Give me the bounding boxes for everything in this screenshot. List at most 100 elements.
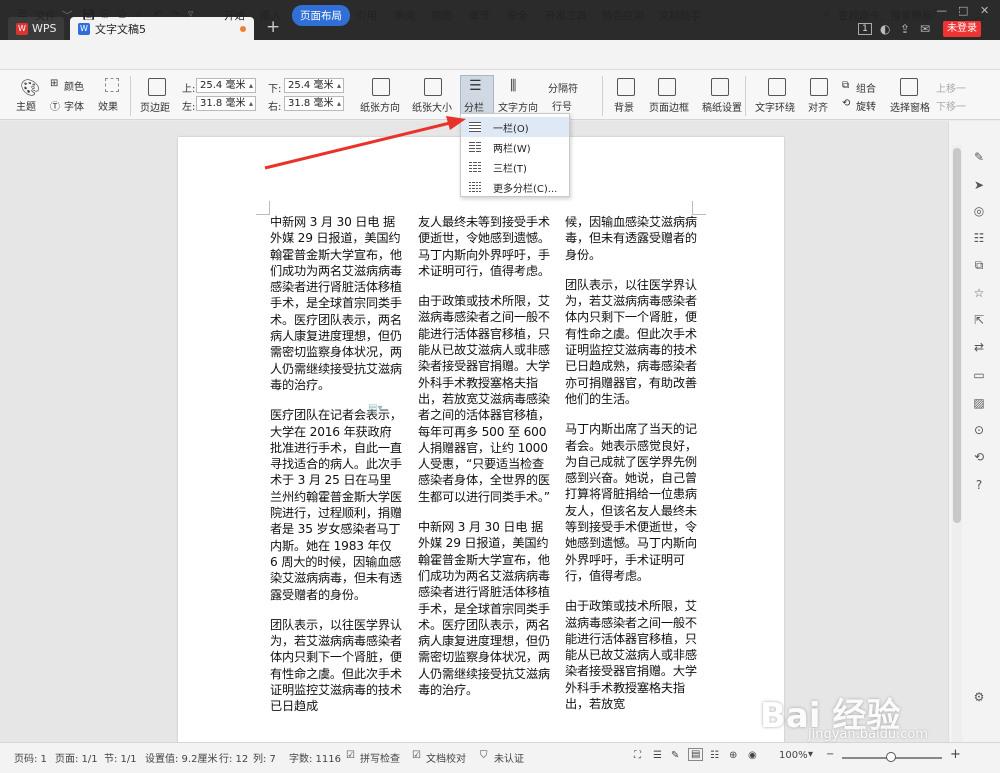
row-status[interactable]: 行: 12: [219, 750, 248, 765]
zoom-level[interactable]: 100%: [779, 750, 808, 761]
paste-options-icon[interactable]: ▤▾: [368, 403, 382, 414]
tab-chapter[interactable]: 章节: [469, 8, 490, 23]
help-circle-icon[interactable]: ?: [972, 478, 986, 492]
print-icon[interactable]: ⎙: [118, 8, 126, 21]
scrollbar-thumb[interactable]: [953, 148, 961, 523]
selection-pane-button[interactable]: 选择窗格: [890, 99, 930, 114]
settings-sliders-icon[interactable]: ⚙: [972, 690, 986, 704]
rotate-button[interactable]: 旋转: [856, 98, 876, 113]
two-columns-option[interactable]: 两栏(W): [461, 137, 569, 157]
tab-review[interactable]: 审阅: [394, 8, 415, 23]
pointer-icon[interactable]: ➤: [972, 178, 986, 192]
search-icon[interactable]: ⌕: [824, 8, 830, 21]
print-preview-icon[interactable]: ⌕: [136, 8, 142, 21]
tab-features[interactable]: 特色应用: [602, 8, 644, 23]
file-menu-chevron-icon[interactable]: ﹀: [62, 8, 73, 23]
tab-page-layout[interactable]: 页面布局: [292, 5, 350, 26]
help-button[interactable]: ?: [932, 8, 938, 20]
proofread-button[interactable]: 文档校对: [426, 750, 466, 765]
image-icon[interactable]: ▨: [972, 396, 986, 410]
text-wrap-button[interactable]: 文字环绕: [755, 99, 795, 114]
mail-icon[interactable]: ✉: [920, 22, 930, 36]
grid-paper-button[interactable]: 稿纸设置: [702, 99, 742, 114]
page-color-icon[interactable]: [105, 78, 119, 92]
share-out-icon[interactable]: ⇱: [972, 313, 986, 327]
column-status[interactable]: 列: 7: [253, 750, 276, 765]
skin-icon[interactable]: ◐: [880, 22, 890, 36]
document-page[interactable]: 中新网 3 月 30 日电 据外媒 29 日报道，美国约翰霍普金斯大学宣布，他们…: [178, 137, 784, 743]
box-icon[interactable]: ▭: [972, 368, 986, 382]
zoom-in-button[interactable]: +: [950, 747, 961, 762]
file-menu[interactable]: 文件: [35, 8, 56, 23]
history-icon[interactable]: ⟲: [972, 450, 986, 464]
outline-view-icon[interactable]: ☷: [710, 750, 719, 761]
bottom-margin-input[interactable]: 25.4 毫米 ▴: [284, 78, 344, 93]
more-columns-option[interactable]: 更多分栏(C)...: [461, 177, 569, 197]
line-number-button[interactable]: 行号: [552, 98, 572, 113]
margin-button[interactable]: 页边距: [140, 99, 170, 114]
more-options-icon[interactable]: ⋮: [954, 8, 965, 20]
theme-button[interactable]: 主题: [16, 98, 36, 113]
shapes-icon[interactable]: ◎: [972, 204, 986, 218]
share-icon[interactable]: ⇪: [900, 22, 910, 36]
theme-icon[interactable]: 🎨︎: [20, 78, 40, 97]
reading-view-icon[interactable]: ◉: [748, 750, 757, 761]
top-margin-input[interactable]: 25.4 毫米 ▴: [196, 78, 256, 93]
zoom-slider-thumb[interactable]: [886, 752, 896, 762]
tab-insert[interactable]: 插入: [260, 8, 281, 23]
left-margin-input[interactable]: 31.8 毫米 ▴: [196, 96, 256, 111]
text-column-2[interactable]: 友人最终未等到接受手术便逝世，令她感到遗憾。马丁内斯向外界呼吁，手术证明可行，值…: [418, 214, 550, 712]
effect-button[interactable]: 效果: [98, 98, 118, 113]
color-button[interactable]: 颜色: [64, 78, 84, 93]
page-border-button[interactable]: 页面边框: [649, 99, 689, 114]
export-pdf-icon[interactable]: ⎘: [100, 8, 108, 21]
text-column-3[interactable]: 候，因输血感染艾滋病病毒，但未有透露受赠者的身份。 团队表示，以往医学界认为，若…: [565, 214, 697, 726]
hamburger-icon[interactable]: ☰: [18, 8, 27, 20]
pen-icon[interactable]: ✎: [972, 150, 986, 164]
zoom-dropdown-icon[interactable]: ▾: [808, 749, 813, 760]
location-icon[interactable]: ⊙: [972, 423, 986, 437]
redo-icon[interactable]: ↷: [170, 8, 179, 20]
certification-status[interactable]: 未认证: [494, 750, 524, 765]
section-status[interactable]: 节: 1/1: [104, 750, 137, 765]
copy-format-icon[interactable]: ⧉: [972, 258, 986, 272]
zoom-out-button[interactable]: −: [826, 749, 834, 760]
adjust-icon[interactable]: ☷: [972, 231, 986, 245]
right-margin-input[interactable]: 31.8 毫米 ▴: [284, 96, 344, 111]
save-icon[interactable]: 💾︎: [82, 8, 95, 21]
font-button[interactable]: 字体: [64, 98, 84, 113]
undo-icon[interactable]: ↶: [154, 8, 163, 20]
eye-protect-icon[interactable]: ☰: [653, 750, 662, 761]
minimize-button[interactable]: —: [936, 4, 947, 17]
align-button[interactable]: 对齐: [808, 99, 828, 114]
pages-status[interactable]: 页面: 1/1: [55, 750, 98, 765]
command-search[interactable]: 查找命令、搜索模板: [838, 8, 933, 23]
login-button[interactable]: 未登录: [943, 21, 981, 37]
tab-view[interactable]: 视图: [431, 8, 452, 23]
window-count-badge[interactable]: 1: [858, 23, 872, 35]
setting-value-status[interactable]: 设置值: 9.2厘米: [145, 750, 217, 765]
three-columns-option[interactable]: 三栏(T): [461, 157, 569, 177]
translate-icon[interactable]: ⇄: [972, 340, 986, 354]
group-button[interactable]: 组合: [856, 80, 876, 95]
edit-mode-icon[interactable]: ✎: [671, 750, 679, 761]
fullscreen-icon[interactable]: ⛶: [634, 750, 641, 761]
text-column-1[interactable]: 中新网 3 月 30 日电 据外媒 29 日报道，美国约翰霍普金斯大学宣布，他们…: [270, 214, 402, 729]
word-count-status[interactable]: 字数: 1116: [289, 750, 341, 765]
background-button[interactable]: 背景: [614, 99, 634, 114]
text-direction-button[interactable]: 文字方向: [498, 99, 538, 114]
bring-forward-button[interactable]: 上移一: [936, 80, 966, 95]
send-backward-button[interactable]: 下移一: [936, 98, 966, 113]
page-view-icon[interactable]: ▤: [688, 748, 704, 761]
tab-developer[interactable]: 开发工具: [545, 8, 587, 23]
tab-references[interactable]: 引用: [356, 8, 377, 23]
orientation-button[interactable]: 纸张方向: [360, 99, 400, 114]
spell-check-button[interactable]: 拼写检查: [360, 750, 400, 765]
web-view-icon[interactable]: ⊕: [729, 750, 737, 761]
tab-home[interactable]: 开始: [224, 8, 245, 23]
collapse-ribbon-icon[interactable]: ︿: [974, 8, 985, 23]
page-number-status[interactable]: 页码: 1: [14, 750, 47, 765]
tab-doc-assistant[interactable]: 文档助手: [659, 8, 701, 23]
one-column-option[interactable]: 一栏(O): [461, 117, 569, 137]
paper-size-button[interactable]: 纸张大小: [412, 99, 452, 114]
